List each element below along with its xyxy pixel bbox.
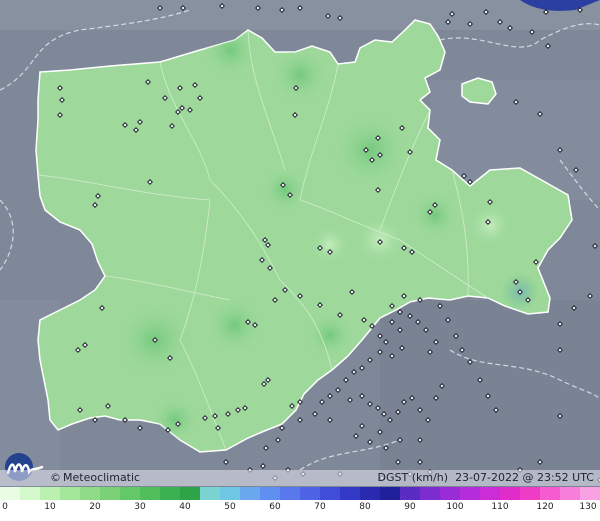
parameter-label: DGST (km/h) bbox=[377, 471, 449, 484]
color-scale-bar bbox=[0, 487, 600, 500]
color-scale-label: 60 bbox=[269, 502, 281, 512]
color-scale-label: 0 bbox=[2, 502, 8, 512]
color-scale-label: 20 bbox=[89, 502, 101, 512]
color-scale-segment bbox=[420, 487, 440, 500]
color-scale-label: 130 bbox=[579, 502, 597, 512]
color-scale-segment bbox=[40, 487, 60, 500]
weather-map: © Meteoclimatic DGST (km/h) 23-07-2022 @ … bbox=[0, 0, 600, 521]
color-scale-segment bbox=[300, 487, 320, 500]
color-scale-segment bbox=[260, 487, 280, 500]
copyright-symbol: © bbox=[50, 471, 61, 484]
color-scale-label: 10 bbox=[44, 502, 56, 512]
color-scale-label: 40 bbox=[179, 502, 191, 512]
color-scale-segment bbox=[580, 487, 600, 500]
color-scale-segment bbox=[200, 487, 220, 500]
parameter-timestamp: DGST (km/h) 23-07-2022 @ 23:52 UTC bbox=[378, 470, 594, 486]
color-scale-segment bbox=[220, 487, 240, 500]
color-scale-segment bbox=[400, 487, 420, 500]
color-scale-label: 90 bbox=[404, 502, 416, 512]
color-scale-segment bbox=[460, 487, 480, 500]
brand-name: Meteoclimatic bbox=[63, 471, 141, 484]
color-scale-segment bbox=[180, 487, 200, 500]
color-scale-segment bbox=[0, 487, 20, 500]
color-scale-segment bbox=[100, 487, 120, 500]
color-scale-segment bbox=[140, 487, 160, 500]
color-scale-segment bbox=[520, 487, 540, 500]
color-scale-segment bbox=[60, 487, 80, 500]
map-canvas bbox=[0, 0, 600, 487]
color-scale-segment bbox=[540, 487, 560, 500]
color-scale-segment bbox=[360, 487, 380, 500]
color-scale-labels: 0 10 20 30 40 50 60 70 80 90 100 110 120 130 bbox=[0, 502, 600, 516]
color-scale-segment bbox=[440, 487, 460, 500]
color-scale-label: 50 bbox=[224, 502, 236, 512]
timestamp: 23-07-2022 @ 23:52 UTC bbox=[455, 471, 594, 484]
color-scale-label: 70 bbox=[314, 502, 326, 512]
color-scale: 0 10 20 30 40 50 60 70 80 90 100 110 120 130 bbox=[0, 487, 600, 521]
color-scale-segment bbox=[160, 487, 180, 500]
color-scale-segment bbox=[280, 487, 300, 500]
color-scale-label: 110 bbox=[491, 502, 509, 512]
color-scale-label: 30 bbox=[134, 502, 146, 512]
color-scale-segment bbox=[80, 487, 100, 500]
color-scale-segment bbox=[380, 487, 400, 500]
color-scale-label: 80 bbox=[359, 502, 371, 512]
color-scale-label: 100 bbox=[446, 502, 464, 512]
color-scale-segment bbox=[20, 487, 40, 500]
color-scale-segment bbox=[240, 487, 260, 500]
color-scale-segment bbox=[560, 487, 580, 500]
info-bar: © Meteoclimatic DGST (km/h) 23-07-2022 @ … bbox=[0, 470, 600, 486]
brand-credit: © Meteoclimatic bbox=[50, 470, 140, 486]
color-scale-segment bbox=[340, 487, 360, 500]
color-scale-segment bbox=[500, 487, 520, 500]
color-scale-segment bbox=[120, 487, 140, 500]
color-scale-segment bbox=[320, 487, 340, 500]
color-scale-segment bbox=[480, 487, 500, 500]
color-scale-label: 120 bbox=[536, 502, 554, 512]
